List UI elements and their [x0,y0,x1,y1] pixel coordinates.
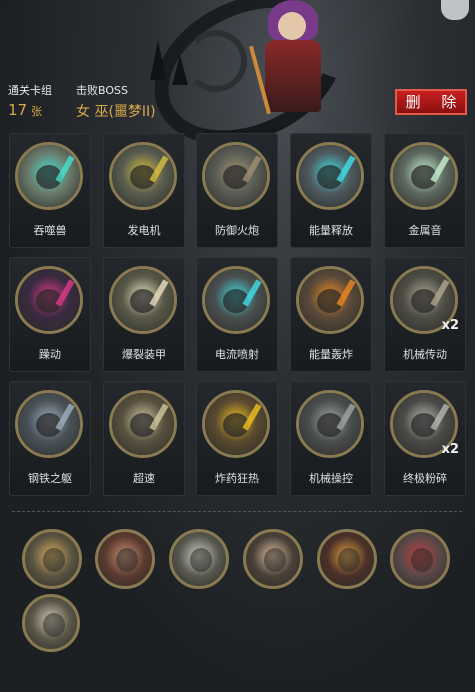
delete-button[interactable]: 删 除 [395,89,467,115]
card-slot[interactable]: 躁动 [9,257,91,372]
card-slot[interactable]: 发电机 [103,133,185,248]
card-name: 能量释放 [309,224,353,237]
mushroom-head-icon[interactable] [95,529,155,589]
energy-release-icon [296,142,364,210]
generator-icon [109,142,177,210]
card-slot[interactable]: 金属音 [384,133,466,248]
card-count-badge: x2 [441,442,459,457]
card-slot[interactable]: 超速 [103,381,185,496]
card-slot[interactable]: 防御火炮 [196,133,278,248]
gunner-icon[interactable] [169,529,229,589]
hourglass-icon[interactable] [22,529,82,589]
stages-info: 通关卡组 17 张 [8,82,52,119]
card-name: 吞噬兽 [33,224,67,237]
stages-value: 17 [8,101,28,119]
tree-silhouette [150,40,166,80]
cannon-icon [202,142,270,210]
card-slot[interactable]: 电流喷射 [196,257,278,372]
dynamite-icon [202,390,270,458]
mech-control-icon [296,390,364,458]
card-deck-icon[interactable] [390,529,450,589]
ghost-icon [441,0,469,20]
stages-label: 通关卡组 [8,84,52,97]
current-jet-icon [202,266,270,334]
swirl-inner-decoration [185,30,247,92]
boss-info: 击败BOSS 女 巫(噩梦II) [76,82,156,121]
card-slot[interactable]: 终极粉碎 x2 [384,381,466,496]
card-name: 钢铁之躯 [28,472,72,485]
card-slot[interactable]: 机械传动 x2 [384,257,466,372]
card-name: 机械操控 [309,472,353,485]
card-count-badge: x2 [441,318,459,333]
vampire-icon[interactable] [243,529,303,589]
tree-silhouette [172,55,188,85]
divider [12,511,462,512]
card-name: 机械传动 [403,348,447,361]
card-slot[interactable]: 爆裂装甲 [103,257,185,372]
card-slot[interactable]: 机械操控 [290,381,372,496]
burst-armor-icon [109,266,177,334]
card-name: 终极粉碎 [403,472,447,485]
spellbook-icon[interactable] [317,529,377,589]
card-slot[interactable]: 炸药狂热 [196,381,278,496]
metal-sound-icon [390,142,458,210]
boss-value: 女 巫(噩梦II) [76,104,156,120]
frenzy-icon [15,266,83,334]
card-name: 躁动 [39,348,61,361]
boss-label: 击败BOSS [76,84,128,97]
card-name: 超速 [133,472,155,485]
card-name: 能量轰炸 [309,348,353,361]
stages-unit: 张 [31,105,43,118]
card-slot[interactable]: 钢铁之躯 [9,381,91,496]
card-name: 炸药狂热 [215,472,259,485]
card-name: 电流喷射 [215,348,259,361]
chaos-sketch-icon[interactable] [22,594,80,652]
energy-bomb-icon [296,266,364,334]
steel-body-icon [15,390,83,458]
card-name: 防御火炮 [215,224,259,237]
card-slot[interactable]: 能量轰炸 [290,257,372,372]
devourer-icon [15,142,83,210]
card-name: 发电机 [127,224,161,237]
card-name: 爆裂装甲 [122,348,166,361]
card-slot[interactable]: 吞噬兽 [9,133,91,248]
card-slot[interactable]: 能量释放 [290,133,372,248]
card-name: 金属音 [408,224,442,237]
overspeed-icon [109,390,177,458]
witch-boss-portrait [249,0,335,115]
